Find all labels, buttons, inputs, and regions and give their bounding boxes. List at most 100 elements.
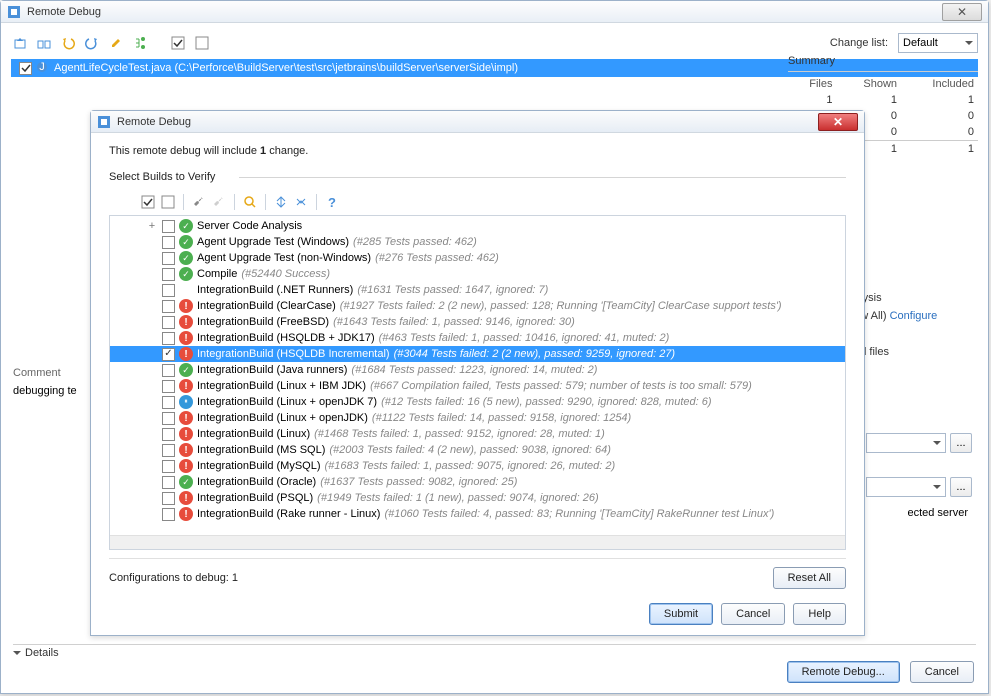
build-checkbox[interactable] [162, 444, 175, 457]
build-checkbox[interactable] [162, 428, 175, 441]
change-list-value: Default [903, 37, 938, 49]
build-name: Agent Upgrade Test (Windows) [197, 236, 349, 248]
build-checkbox[interactable] [162, 300, 175, 313]
build-checkbox[interactable] [162, 476, 175, 489]
reset-all-button[interactable]: Reset All [773, 567, 846, 589]
help-button[interactable]: Help [793, 603, 846, 625]
build-tree[interactable]: +Server Code AnalysisAgent Upgrade Test … [109, 215, 846, 550]
app-icon [7, 5, 21, 19]
expander-icon[interactable]: + [146, 220, 158, 232]
svg-text:J: J [39, 61, 45, 73]
browse-button-1[interactable]: ... [950, 433, 972, 453]
build-row[interactable]: Agent Upgrade Test (non-Windows)(#276 Te… [110, 250, 845, 266]
toolbar-icon-2[interactable] [35, 34, 53, 52]
details-toggle[interactable]: Details [13, 647, 59, 659]
build-checkbox[interactable] [162, 460, 175, 473]
build-name: IntegrationBuild (PSQL) [197, 492, 313, 504]
build-status-text: (#1927 Tests failed: 2 (2 new), passed: … [340, 300, 782, 312]
main-title: Remote Debug [27, 6, 101, 18]
build-status-text: (#52440 Success) [241, 268, 330, 280]
status-none-icon [179, 283, 193, 297]
build-name: IntegrationBuild (Oracle) [197, 476, 316, 488]
build-name: Agent Upgrade Test (non-Windows) [197, 252, 371, 264]
search-icon[interactable] [241, 193, 259, 211]
build-checkbox[interactable] [162, 316, 175, 329]
modal-close-button[interactable]: ✕ [818, 113, 858, 131]
build-checkbox[interactable] [162, 348, 175, 361]
main-close-button[interactable]: ✕ [942, 3, 982, 21]
option-dropdown-2[interactable] [866, 477, 946, 497]
app-icon [97, 115, 111, 129]
status-ok-icon [179, 475, 193, 489]
build-checkbox[interactable] [162, 412, 175, 425]
uncheck-all-icon[interactable] [159, 193, 177, 211]
edit-icon[interactable] [107, 34, 125, 52]
file-checkbox[interactable] [19, 62, 32, 75]
build-checkbox[interactable] [162, 252, 175, 265]
tree-icon[interactable] [131, 34, 149, 52]
build-row[interactable]: IntegrationBuild (Linux + openJDK 7)(#12… [110, 394, 845, 410]
build-row[interactable]: +Server Code Analysis [110, 218, 845, 234]
build-checkbox[interactable] [162, 508, 175, 521]
build-status-text: (#1631 Tests passed: 1647, ignored: 7) [357, 284, 548, 296]
build-row[interactable]: IntegrationBuild (.NET Runners)(#1631 Te… [110, 282, 845, 298]
collapse-icon[interactable] [292, 193, 310, 211]
build-status-text: (#12 Tests failed: 16 (5 new), passed: 9… [381, 396, 711, 408]
comment-text[interactable]: debugging te [13, 385, 83, 397]
build-row[interactable]: IntegrationBuild (Java runners)(#1684 Te… [110, 362, 845, 378]
build-row[interactable]: IntegrationBuild (PSQL)(#1949 Tests fail… [110, 490, 845, 506]
build-row[interactable]: IntegrationBuild (Linux + openJDK)(#1122… [110, 410, 845, 426]
build-checkbox[interactable] [162, 332, 175, 345]
status-fail-icon [179, 443, 193, 457]
help-icon[interactable]: ? [323, 193, 341, 211]
modal-cancel-button[interactable]: Cancel [721, 603, 785, 625]
browse-button-2[interactable]: ... [950, 477, 972, 497]
build-checkbox[interactable] [162, 236, 175, 249]
submit-button[interactable]: Submit [649, 603, 713, 625]
wrench-icon[interactable] [190, 193, 208, 211]
undo-icon[interactable] [59, 34, 77, 52]
option-dropdown-1[interactable] [866, 433, 946, 453]
status-fail-icon [179, 347, 193, 361]
status-ok-icon [179, 363, 193, 377]
change-list-dropdown[interactable]: Default [898, 33, 978, 53]
status-fail-icon [179, 507, 193, 521]
build-row[interactable]: IntegrationBuild (HSQLDB Incremental)(#3… [110, 346, 845, 362]
build-row[interactable]: Agent Upgrade Test (Windows)(#285 Tests … [110, 234, 845, 250]
build-checkbox[interactable] [162, 268, 175, 281]
horizontal-scrollbar[interactable] [110, 535, 845, 549]
build-row[interactable]: IntegrationBuild (HSQLDB + JDK17)(#463 T… [110, 330, 845, 346]
expand-icon[interactable] [272, 193, 290, 211]
redo-icon[interactable] [83, 34, 101, 52]
comment-label: Comment [13, 367, 61, 379]
configure-link[interactable]: Configure [890, 310, 938, 322]
check-all-icon[interactable] [139, 193, 157, 211]
toolbar-icon-1[interactable] [11, 34, 29, 52]
build-checkbox[interactable] [162, 284, 175, 297]
modal-title-bar[interactable]: Remote Debug ✕ [91, 111, 864, 133]
build-row[interactable]: IntegrationBuild (MySQL)(#1683 Tests fai… [110, 458, 845, 474]
build-name: IntegrationBuild (Linux) [197, 428, 310, 440]
remote-debug-button[interactable]: Remote Debug... [787, 661, 900, 683]
build-row[interactable]: IntegrationBuild (ClearCase)(#1927 Tests… [110, 298, 845, 314]
build-checkbox[interactable] [162, 492, 175, 505]
main-title-bar[interactable]: Remote Debug ✕ [1, 1, 988, 23]
build-row[interactable]: IntegrationBuild (Linux + IBM JDK)(#667 … [110, 378, 845, 394]
status-fail-icon [179, 379, 193, 393]
build-name: IntegrationBuild (Java runners) [197, 364, 347, 376]
build-checkbox[interactable] [162, 380, 175, 393]
build-row[interactable]: IntegrationBuild (MS SQL)(#2003 Tests fa… [110, 442, 845, 458]
checkbox-off-icon[interactable] [193, 34, 211, 52]
build-row[interactable]: IntegrationBuild (FreeBSD)(#1643 Tests f… [110, 314, 845, 330]
build-status-text: (#1683 Tests failed: 1, passed: 9075, ig… [325, 460, 616, 472]
build-row[interactable]: IntegrationBuild (Linux)(#1468 Tests fai… [110, 426, 845, 442]
checkbox-on-icon[interactable] [169, 34, 187, 52]
build-row[interactable]: IntegrationBuild (Rake runner - Linux)(#… [110, 506, 845, 522]
build-row[interactable]: Compile(#52440 Success) [110, 266, 845, 282]
build-row[interactable]: IntegrationBuild (Oracle)(#1637 Tests pa… [110, 474, 845, 490]
build-checkbox[interactable] [162, 220, 175, 233]
main-cancel-button[interactable]: Cancel [910, 661, 974, 683]
build-name: IntegrationBuild (FreeBSD) [197, 316, 329, 328]
build-checkbox[interactable] [162, 364, 175, 377]
build-checkbox[interactable] [162, 396, 175, 409]
